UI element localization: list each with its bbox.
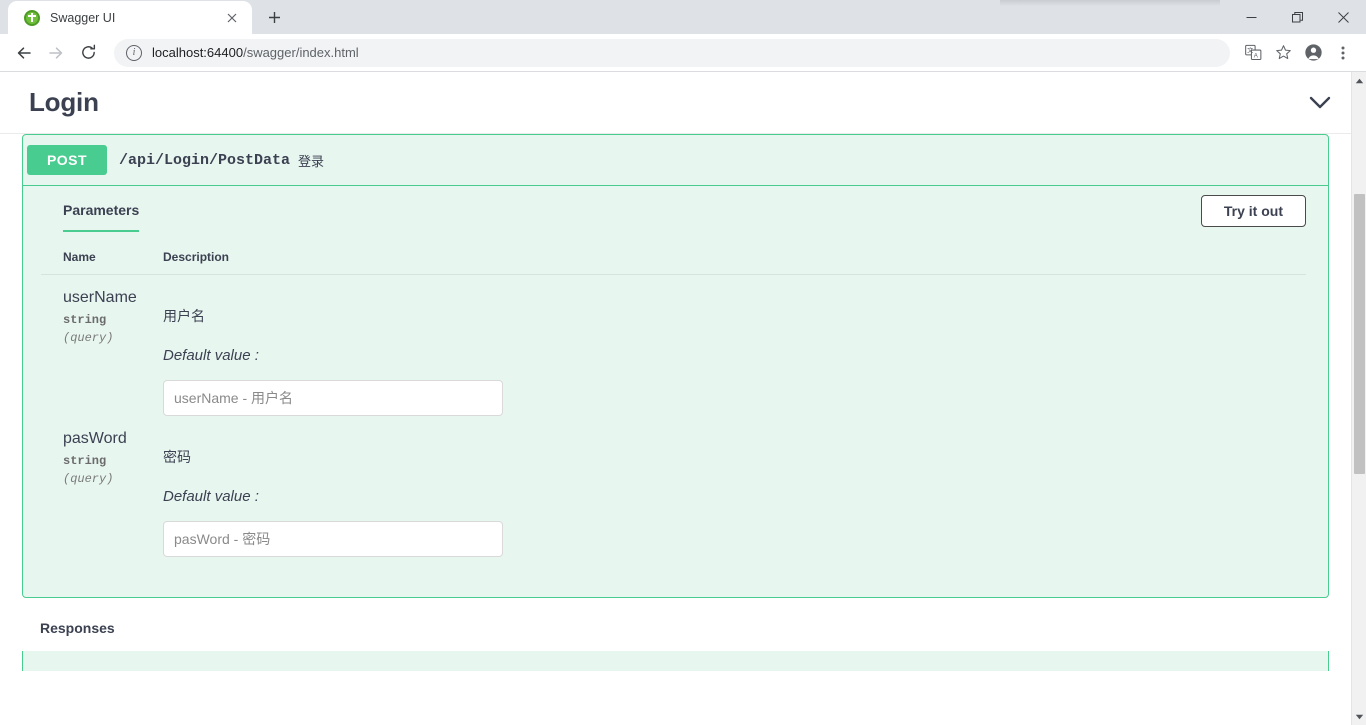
three-dot-menu-icon xyxy=(1341,46,1345,59)
parameter-name: userName xyxy=(63,289,137,306)
minimize-button[interactable] xyxy=(1228,0,1274,34)
table-row: pasWord string (query) 密码 Default value … xyxy=(41,416,1306,557)
close-icon[interactable] xyxy=(222,8,242,28)
page-title: Login xyxy=(29,87,99,117)
plus-icon xyxy=(268,11,280,23)
back-arrow-icon xyxy=(17,46,31,59)
http-method-badge: POST xyxy=(27,145,107,175)
default-value-label: Default value : xyxy=(163,488,259,505)
forward-arrow-icon xyxy=(49,46,63,59)
parameter-name: pasWord xyxy=(63,430,127,447)
responses-body-area xyxy=(22,651,1329,671)
profile-button[interactable] xyxy=(1298,38,1328,68)
close-glyph xyxy=(227,13,237,22)
forward-button[interactable] xyxy=(40,37,72,69)
operation-tag-header[interactable]: Login xyxy=(0,72,1351,134)
url-text: localhost:64400/swagger/index.html xyxy=(152,45,359,60)
default-value-label: Default value : xyxy=(163,347,259,364)
tab-title: Swagger UI xyxy=(50,10,116,25)
page-scrollbar[interactable] xyxy=(1351,72,1366,725)
restore-icon xyxy=(1291,11,1303,22)
window-drag-region xyxy=(1000,0,1220,6)
username-input[interactable] xyxy=(163,380,503,416)
operation-block-post-login: POST /api/Login/PostData 登录 Parameters T… xyxy=(22,134,1329,598)
parameter-description-cell: 密码 Default value : xyxy=(141,416,1306,557)
window-controls xyxy=(1228,0,1366,34)
tab-parameters[interactable]: Parameters xyxy=(63,202,140,232)
back-button[interactable] xyxy=(8,37,40,69)
parameters-table-head: Name Description xyxy=(41,242,1306,275)
scrollbar-thumb[interactable] xyxy=(1354,194,1365,474)
scroll-down-arrow-icon[interactable] xyxy=(1352,708,1366,725)
translate-icon: 文 A xyxy=(1244,44,1261,61)
url-path: /swagger/index.html xyxy=(243,45,359,60)
password-input[interactable] xyxy=(163,521,503,557)
bookmark-button[interactable] xyxy=(1268,38,1298,68)
svg-text:文: 文 xyxy=(1247,47,1253,55)
operation-summary-text: 登录 xyxy=(298,153,325,169)
swagger-ui-page: Login POST /api/Login/PostData 登录 Parame… xyxy=(0,72,1351,671)
column-header-name: Name xyxy=(41,242,141,275)
caret-down-glyph xyxy=(1355,714,1364,719)
operation-summary[interactable]: POST /api/Login/PostData 登录 xyxy=(23,135,1328,186)
parameter-type: string xyxy=(63,453,107,468)
reload-icon xyxy=(81,44,95,59)
parameter-description: 密码 xyxy=(163,449,191,465)
new-tab-button[interactable] xyxy=(260,3,288,31)
info-icon[interactable]: i xyxy=(126,44,142,61)
column-header-description: Description xyxy=(141,242,1306,275)
scrollbar-track[interactable] xyxy=(1352,89,1366,708)
table-row: userName string (query) 用户名 Default valu… xyxy=(41,275,1306,417)
parameters-table-body: userName string (query) 用户名 Default valu… xyxy=(41,275,1306,557)
parameter-type: string xyxy=(63,312,107,327)
parameter-name-cell: userName string (query) xyxy=(41,275,141,417)
account-avatar-icon xyxy=(1304,44,1322,61)
browser-window: Swagger UI i localhost:64400/swagger/ind… xyxy=(0,0,1366,725)
caret-up-glyph xyxy=(1355,78,1364,83)
tab-strip: Swagger UI xyxy=(0,0,1366,34)
table-header-row: Name Description xyxy=(41,242,1306,275)
minimize-icon xyxy=(1246,16,1256,18)
page-viewport: Login POST /api/Login/PostData 登录 Parame… xyxy=(0,72,1366,725)
try-it-out-button[interactable]: Try it out xyxy=(1200,195,1306,227)
operation-tag-section: Login POST /api/Login/PostData 登录 Parame… xyxy=(0,72,1351,671)
operation-path: /api/Login/PostData xyxy=(119,151,291,169)
close-window-button[interactable] xyxy=(1320,0,1366,34)
address-bar[interactable]: i localhost:64400/swagger/index.html xyxy=(114,38,1230,67)
responses-section: Responses xyxy=(0,598,1351,636)
close-icon xyxy=(1337,11,1349,23)
swagger-logo-icon xyxy=(24,9,40,26)
parameter-location: (query) xyxy=(63,330,114,345)
parameter-location: (query) xyxy=(63,471,114,486)
star-icon xyxy=(1275,45,1291,60)
maximize-button[interactable] xyxy=(1274,0,1320,34)
parameter-description: 用户名 xyxy=(163,308,205,324)
chevron-down-glyph xyxy=(1309,96,1331,109)
responses-heading: Responses xyxy=(40,620,115,636)
parameters-tab-row: Parameters Try it out xyxy=(23,186,1328,232)
parameter-name-cell: pasWord string (query) xyxy=(41,416,141,557)
scroll-up-arrow-icon[interactable] xyxy=(1352,72,1366,89)
translate-button[interactable]: 文 A xyxy=(1238,38,1268,68)
parameters-bottom-spacer xyxy=(23,557,1328,597)
browser-toolbar: i localhost:64400/swagger/index.html 文 A xyxy=(0,34,1366,72)
chevron-down-icon[interactable] xyxy=(1309,96,1331,109)
browser-tab-swagger-ui[interactable]: Swagger UI xyxy=(8,1,252,34)
browser-menu-button[interactable] xyxy=(1328,38,1358,68)
reload-button[interactable] xyxy=(72,37,104,69)
url-host: localhost:64400 xyxy=(152,45,244,60)
parameter-description-cell: 用户名 Default value : xyxy=(141,275,1306,416)
operation-body: Parameters Try it out Name Description u… xyxy=(23,186,1328,597)
parameters-table: Name Description userName string (query)… xyxy=(41,242,1306,557)
